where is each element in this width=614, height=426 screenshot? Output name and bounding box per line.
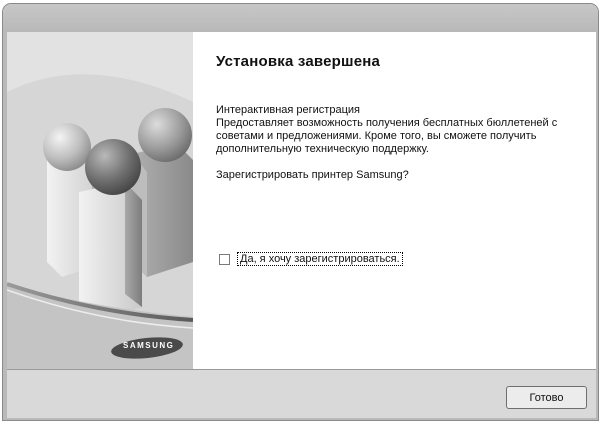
main-panel: Установка завершена Интерактивная регист… (193, 32, 596, 369)
button-bar: Готово (7, 370, 596, 418)
description-line: советами и предложениями. Кроме того, вы… (216, 130, 537, 142)
samsung-logo: SAMSUNG (123, 341, 175, 350)
wizard-content: SAMSUNG Установка завершена Интерактивна… (7, 32, 596, 370)
register-checkbox[interactable] (219, 253, 230, 265)
register-checkbox-row[interactable]: Да, я хочу зарегистрироваться. (219, 252, 403, 266)
register-checkbox-label[interactable]: Да, я хочу зарегистрироваться. (237, 252, 403, 266)
register-question: Зарегистрировать принтер Samsung? (216, 169, 409, 181)
done-button[interactable]: Готово (506, 386, 587, 409)
page-title: Установка завершена (216, 53, 381, 70)
title-bar[interactable] (3, 4, 598, 33)
description-line: Предоставляет возможность получения бесп… (216, 117, 558, 129)
banner-artwork (7, 32, 193, 369)
side-banner: SAMSUNG (7, 32, 193, 369)
description-line: Интерактивная регистрация (216, 104, 360, 116)
description-line: дополнительную техническую поддержку. (216, 143, 429, 155)
description-text: Интерактивная регистрация Предоставляет … (216, 104, 586, 156)
installer-window: SAMSUNG Установка завершена Интерактивна… (2, 3, 599, 421)
